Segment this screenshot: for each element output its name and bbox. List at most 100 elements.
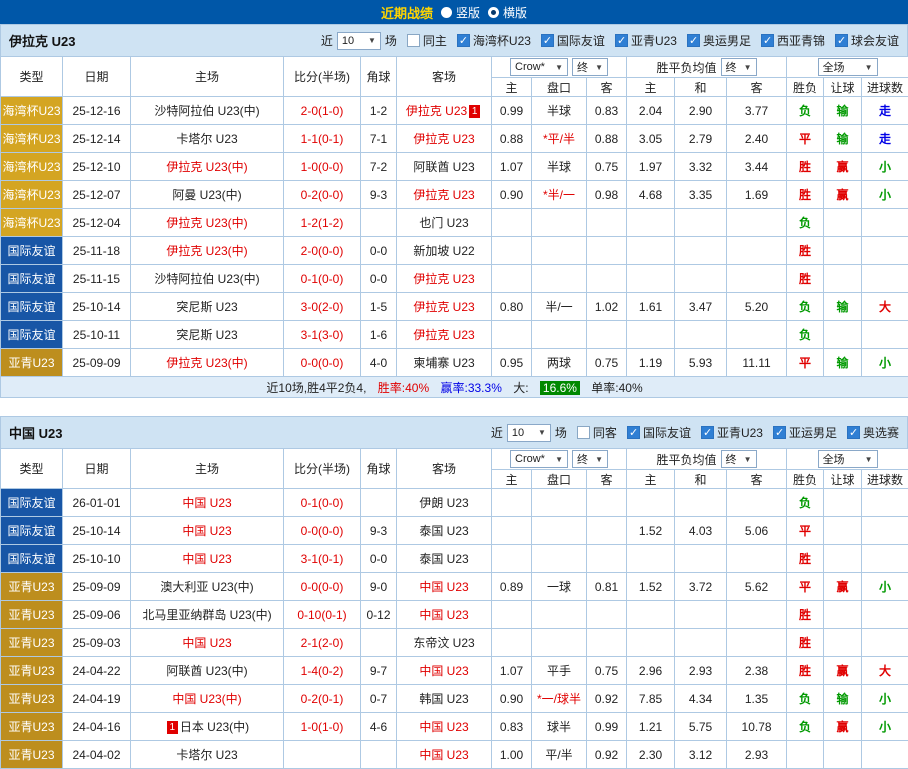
home-team-cell[interactable]: 阿曼 U23(中) <box>131 181 284 209</box>
away-team-cell[interactable]: 中国 U23 <box>397 573 492 601</box>
checkbox-icon[interactable] <box>541 34 554 47</box>
radio-icon-horizontal[interactable] <box>488 7 499 18</box>
final-odds-select[interactable]: 终▼ <box>572 58 608 76</box>
home-team-cell[interactable]: 阿联酋 U23(中) <box>131 657 284 685</box>
filter-checkbox[interactable]: 亚青U23 <box>701 424 763 441</box>
avg-final-odds-select[interactable]: 终▼ <box>721 450 757 468</box>
away-team-cell[interactable]: 柬埔寨 U23 <box>397 349 492 377</box>
home-team-cell[interactable]: 中国 U23 <box>131 629 284 657</box>
match-score[interactable] <box>284 741 361 769</box>
home-team-cell[interactable]: 中国 U23 <box>131 517 284 545</box>
bookmaker-select[interactable]: Crow*▼ <box>510 450 568 468</box>
recent-count-select[interactable]: 10 ▼ <box>507 424 551 442</box>
match-score[interactable]: 0-1(0-0) <box>284 265 361 293</box>
match-score[interactable]: 3-1(3-0) <box>284 321 361 349</box>
away-team-cell[interactable]: 伊拉克 U231 <box>397 97 492 125</box>
filter-checkbox[interactable]: 亚运男足 <box>773 424 837 441</box>
home-team-cell[interactable]: 沙特阿拉伯 U23(中) <box>131 97 284 125</box>
checkbox-icon[interactable] <box>761 34 774 47</box>
home-team-cell[interactable]: 伊拉克 U23(中) <box>131 349 284 377</box>
filter-checkbox[interactable]: 国际友谊 <box>541 32 605 49</box>
match-score[interactable]: 0-2(0-1) <box>284 685 361 713</box>
layout-radio-horizontal[interactable]: 横版 <box>488 4 527 21</box>
match-score[interactable]: 3-1(0-1) <box>284 545 361 573</box>
radio-icon-vertical[interactable] <box>441 7 452 18</box>
home-team-cell[interactable]: 突尼斯 U23 <box>131 293 284 321</box>
match-score[interactable]: 1-4(0-2) <box>284 657 361 685</box>
match-score[interactable]: 2-0(1-0) <box>284 97 361 125</box>
filter-checkbox[interactable]: 同客 <box>577 424 617 441</box>
checkbox-icon[interactable] <box>627 426 640 439</box>
away-team-cell[interactable]: 伊拉克 U23 <box>397 321 492 349</box>
away-team-cell[interactable]: 新加坡 U22 <box>397 237 492 265</box>
filter-checkbox[interactable]: 亚青U23 <box>615 32 677 49</box>
bookmaker-select[interactable]: Crow*▼ <box>510 58 568 76</box>
filter-checkbox[interactable]: 奥运男足 <box>687 32 751 49</box>
checkbox-icon[interactable] <box>457 34 470 47</box>
checkbox-icon[interactable] <box>835 34 848 47</box>
away-team-cell[interactable]: 中国 U23 <box>397 741 492 769</box>
recent-count-select[interactable]: 10 ▼ <box>337 32 381 50</box>
match-score[interactable]: 2-0(0-0) <box>284 237 361 265</box>
home-team-cell[interactable]: 1日本 U23(中) <box>131 713 284 741</box>
fulltime-select[interactable]: 全场▼ <box>818 450 878 468</box>
away-team-cell[interactable]: 韩国 U23 <box>397 685 492 713</box>
result-outcome: 平 <box>787 349 824 377</box>
checkbox-icon[interactable] <box>615 34 628 47</box>
home-team-cell[interactable]: 伊拉克 U23(中) <box>131 209 284 237</box>
away-team-cell[interactable]: 伊拉克 U23 <box>397 181 492 209</box>
away-team-cell[interactable]: 泰国 U23 <box>397 545 492 573</box>
checkbox-icon[interactable] <box>847 426 860 439</box>
away-team-cell[interactable]: 阿联酋 U23 <box>397 153 492 181</box>
away-team-cell[interactable]: 泰国 U23 <box>397 517 492 545</box>
home-team-cell[interactable]: 卡塔尔 U23 <box>131 741 284 769</box>
match-score[interactable]: 1-0(0-0) <box>284 153 361 181</box>
checkbox-icon[interactable] <box>577 426 590 439</box>
away-team-cell[interactable]: 中国 U23 <box>397 601 492 629</box>
home-team-cell[interactable]: 澳大利亚 U23(中) <box>131 573 284 601</box>
match-score[interactable]: 3-0(2-0) <box>284 293 361 321</box>
filter-checkbox[interactable]: 西亚青锦 <box>761 32 825 49</box>
filter-checkbox[interactable]: 同主 <box>407 32 447 49</box>
checkbox-icon[interactable] <box>687 34 700 47</box>
checkbox-icon[interactable] <box>407 34 420 47</box>
away-team-cell[interactable]: 伊朗 U23 <box>397 489 492 517</box>
home-team-cell[interactable]: 中国 U23 <box>131 489 284 517</box>
home-team-cell[interactable]: 卡塔尔 U23 <box>131 125 284 153</box>
away-team-cell[interactable]: 东帝汶 U23 <box>397 629 492 657</box>
match-score[interactable]: 1-2(1-2) <box>284 209 361 237</box>
away-team-cell[interactable]: 也门 U23 <box>397 209 492 237</box>
away-team-cell[interactable]: 伊拉克 U23 <box>397 293 492 321</box>
away-team-cell[interactable]: 伊拉克 U23 <box>397 125 492 153</box>
home-team-cell[interactable]: 北马里亚纳群岛 U23(中) <box>131 601 284 629</box>
match-score[interactable]: 0-0(0-0) <box>284 349 361 377</box>
home-team-cell[interactable]: 中国 U23 <box>131 545 284 573</box>
final-odds-select[interactable]: 终▼ <box>572 450 608 468</box>
checkbox-icon[interactable] <box>773 426 786 439</box>
filter-checkbox[interactable]: 海湾杯U23 <box>457 32 531 49</box>
away-team-cell[interactable]: 中国 U23 <box>397 713 492 741</box>
layout-radio-vertical[interactable]: 竖版 <box>441 4 480 21</box>
away-team-cell[interactable]: 中国 U23 <box>397 657 492 685</box>
match-score[interactable]: 2-1(2-0) <box>284 629 361 657</box>
avg-final-odds-select[interactable]: 终▼ <box>721 58 757 76</box>
away-team-cell[interactable]: 伊拉克 U23 <box>397 265 492 293</box>
fulltime-select[interactable]: 全场▼ <box>818 58 878 76</box>
match-score[interactable]: 0-10(0-1) <box>284 601 361 629</box>
match-score[interactable]: 1-1(0-1) <box>284 125 361 153</box>
filter-checkbox[interactable]: 国际友谊 <box>627 424 691 441</box>
match-score[interactable]: 0-0(0-0) <box>284 517 361 545</box>
filter-checkbox[interactable]: 球会友谊 <box>835 32 899 49</box>
checkbox-icon[interactable] <box>701 426 714 439</box>
home-team-cell[interactable]: 伊拉克 U23(中) <box>131 153 284 181</box>
match-score[interactable]: 0-2(0-0) <box>284 181 361 209</box>
home-team-cell[interactable]: 突尼斯 U23 <box>131 321 284 349</box>
filter-checkbox[interactable]: 奥选赛 <box>847 424 899 441</box>
match-score[interactable]: 1-0(1-0) <box>284 713 361 741</box>
corners: 4-0 <box>361 349 397 377</box>
match-score[interactable]: 0-1(0-0) <box>284 489 361 517</box>
match-score[interactable]: 0-0(0-0) <box>284 573 361 601</box>
home-team-cell[interactable]: 沙特阿拉伯 U23(中) <box>131 265 284 293</box>
home-team-cell[interactable]: 伊拉克 U23(中) <box>131 237 284 265</box>
home-team-cell[interactable]: 中国 U23(中) <box>131 685 284 713</box>
